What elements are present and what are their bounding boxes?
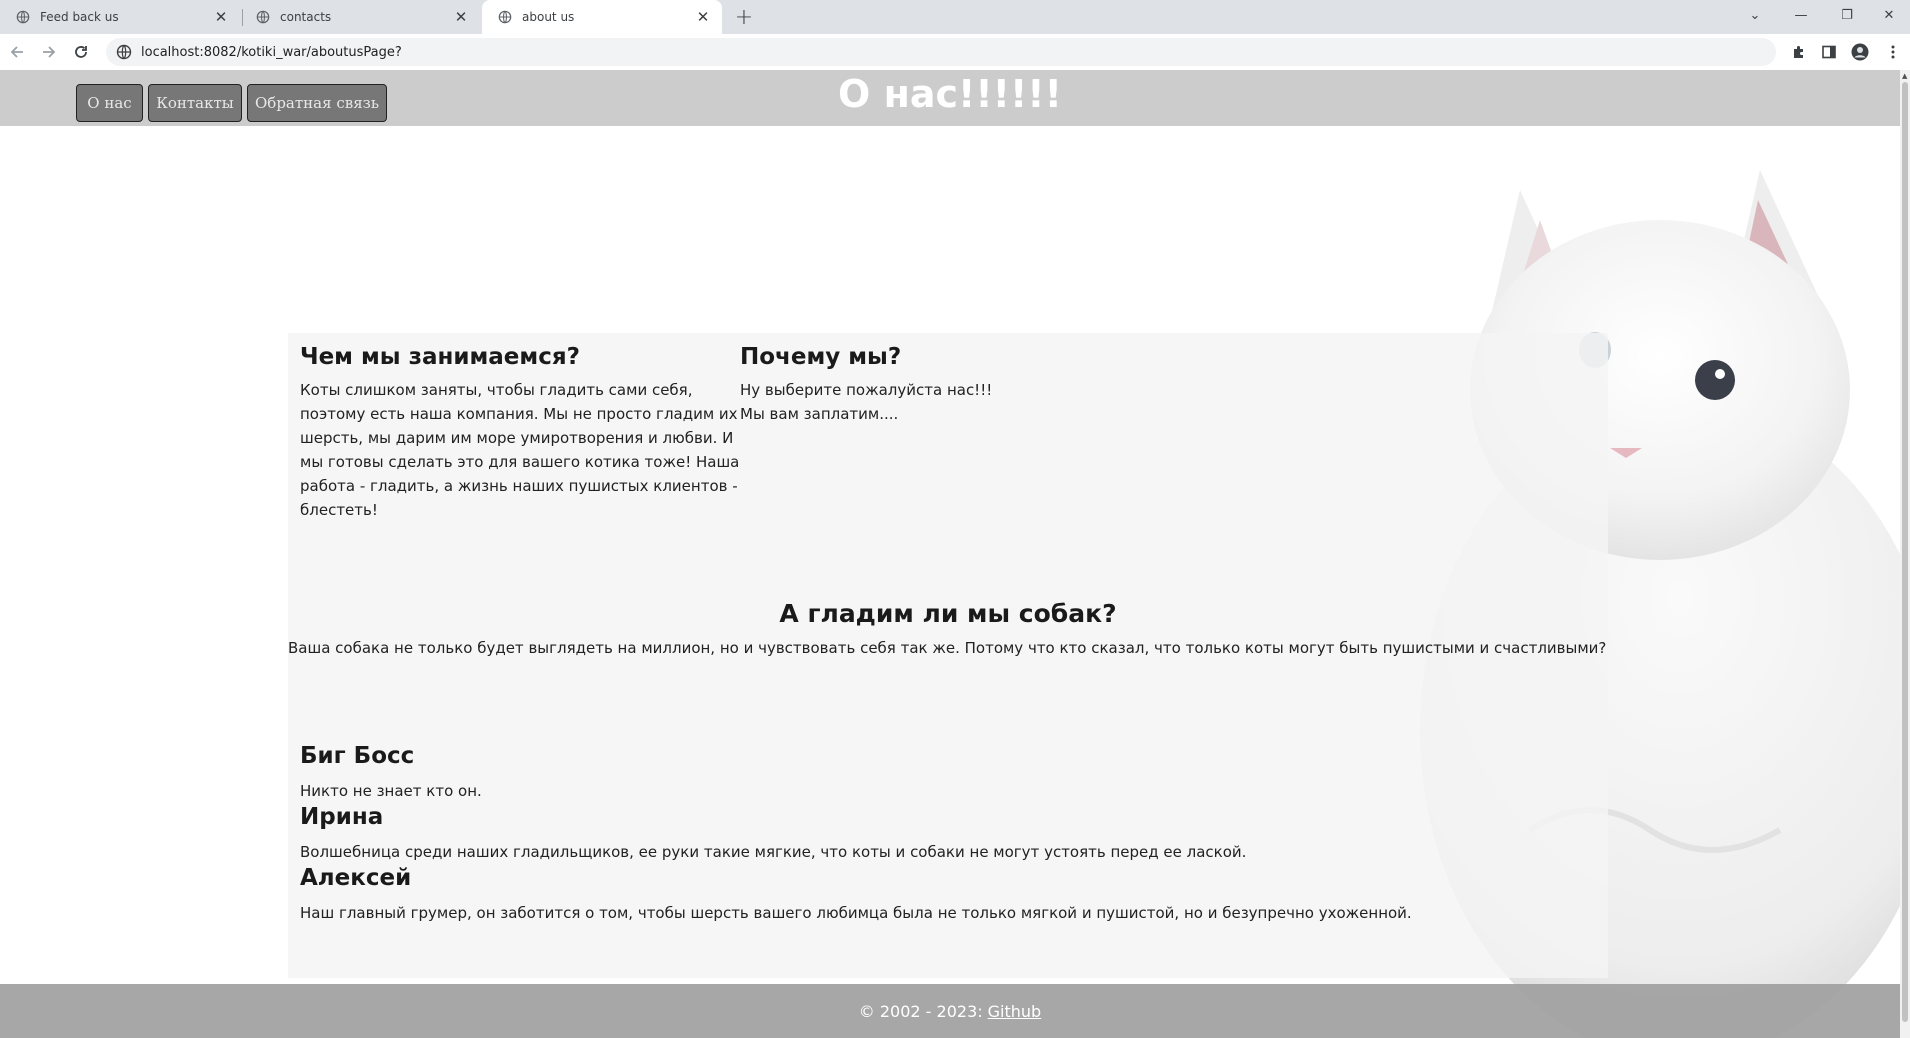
staff-desc: Наш главный грумер, он заботится о том, …: [300, 904, 1412, 922]
side-panel-icon: [1822, 45, 1836, 59]
text-line: мы готовы сделать это для вашего котика …: [300, 453, 740, 471]
text-line: Ну выберите пожалуйста нас!!!: [740, 381, 993, 399]
globe-icon: [498, 10, 512, 24]
puzzle-icon: [1794, 46, 1803, 58]
tab-title: contacts: [280, 10, 332, 24]
forward-button[interactable]: [38, 41, 60, 63]
text-line: поэтому есть наша компания. Мы не просто…: [300, 405, 738, 423]
new-tab-button[interactable]: +: [730, 4, 758, 30]
staff-desc: Волшебница среди наших гладильщиков, ее …: [300, 843, 1247, 861]
dogs-heading: А гладим ли мы собак?: [779, 599, 1117, 628]
page-title: О нас!!!!!!: [838, 72, 1062, 116]
text-line: работа - гладить, а жизнь наших пушистых…: [300, 477, 738, 495]
text-line: шерсть, мы дарим им море умиротворения и…: [300, 429, 734, 447]
reload-button[interactable]: [70, 41, 92, 63]
text-line: Мы вам заплатим....: [740, 405, 899, 423]
kebab-menu-icon: [1891, 45, 1895, 59]
globe-icon: [256, 10, 270, 24]
menu-button[interactable]: [1882, 41, 1904, 63]
tab-title: about us: [522, 10, 575, 24]
dogs-text: Ваша собака не только будет выглядеть на…: [288, 639, 1607, 657]
site-header: О нас Контакты Обратная связь О нас!!!!!…: [0, 70, 1900, 126]
text-line: Коты слишком заняты, чтобы гладить сами …: [300, 381, 693, 399]
globe-icon: [16, 10, 30, 24]
github-link[interactable]: Github: [988, 1002, 1042, 1021]
reload-icon: [75, 46, 87, 58]
staff-name: Алексей: [300, 865, 412, 891]
address-bar[interactable]: localhost:8082/kotiki_war/aboutusPage?: [106, 38, 1776, 66]
tab-search-icon[interactable]: ⌄: [1732, 0, 1778, 30]
staff-desc: Никто не знает кто он.: [300, 782, 482, 800]
tab-feedback[interactable]: Feed back us ✕: [0, 0, 240, 34]
close-icon[interactable]: ✕: [452, 8, 470, 26]
tab-contacts[interactable]: contacts ✕: [240, 0, 480, 34]
tab-about-us[interactable]: about us ✕: [482, 0, 722, 34]
close-icon[interactable]: ✕: [212, 8, 230, 26]
minimize-icon[interactable]: —: [1778, 0, 1824, 30]
content-panel: Чем мы занимаемся? Коты слишком заняты, …: [288, 333, 1608, 978]
tab-title: Feed back us: [40, 10, 119, 24]
close-window-icon[interactable]: ✕: [1866, 0, 1910, 30]
arrow-left-icon: [10, 46, 23, 58]
url-text: localhost:8082/kotiki_war/aboutusPage?: [141, 44, 402, 60]
side-panel-button[interactable]: [1818, 41, 1840, 63]
scrollbar[interactable]: ▲: [1900, 70, 1910, 1038]
scroll-up-icon[interactable]: ▲: [1902, 72, 1907, 80]
site-info-icon[interactable]: [116, 44, 132, 60]
profile-button[interactable]: [1849, 41, 1871, 63]
staff-name: Ирина: [300, 804, 384, 830]
profile-icon: [1851, 43, 1869, 61]
back-button[interactable]: [6, 41, 28, 63]
what-we-do-heading: Чем мы занимаемся?: [300, 344, 580, 370]
staff-name: Биг Босс: [300, 743, 415, 769]
why-us-heading: Почему мы?: [740, 344, 902, 370]
arrow-right-icon: [43, 46, 56, 58]
site-footer: © 2002 - 2023: Github: [0, 984, 1900, 1038]
close-icon[interactable]: ✕: [694, 8, 712, 26]
copyright-text: © 2002 - 2023:: [858, 1001, 983, 1021]
why-us-text: Ну выберите пожалуйста нас!!! Мы вам зап…: [740, 378, 1160, 426]
extensions-button[interactable]: [1788, 41, 1810, 63]
browser-toolbar: localhost:8082/kotiki_war/aboutusPage?: [0, 34, 1910, 70]
what-we-do-text: Коты слишком заняты, чтобы гладить сами …: [300, 378, 740, 522]
restore-icon[interactable]: ❐: [1824, 0, 1870, 30]
page-viewport: О нас Контакты Обратная связь О нас!!!!!…: [0, 70, 1900, 1038]
scrollbar-thumb[interactable]: [1902, 82, 1908, 1022]
tab-strip: Feed back us ✕ contacts ✕ about us ✕ + ⌄…: [0, 0, 1910, 34]
text-line: блестеть!: [300, 501, 378, 519]
